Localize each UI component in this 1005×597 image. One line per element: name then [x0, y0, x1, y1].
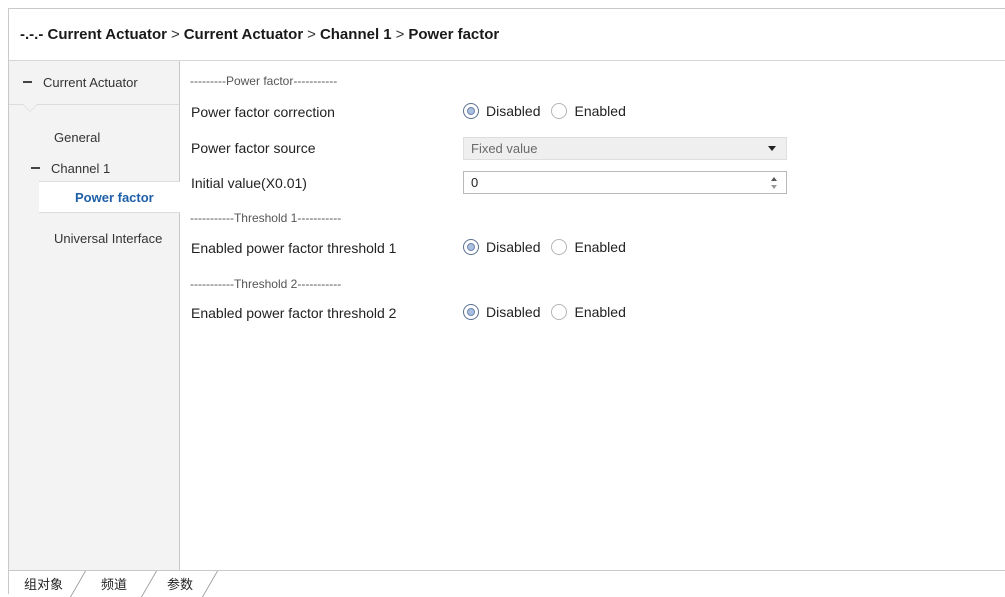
tab-channels[interactable]: 频道 [101, 571, 127, 595]
tree-item-universal-interface[interactable]: Universal Interface [54, 227, 162, 249]
spin-up-icon[interactable] [771, 177, 777, 181]
section-header-threshold-1: -----------Threshold 1----------- [190, 211, 342, 225]
tab-parameters[interactable]: 参数 [167, 571, 193, 595]
radio-checked-icon[interactable] [463, 103, 479, 119]
breadcrumb-current: Power factor [408, 26, 500, 43]
threshold-2-radio-group: Disabled Enabled [463, 304, 637, 320]
radio-unchecked-icon[interactable] [551, 103, 568, 119]
section-header-threshold-2: -----------Threshold 2----------- [190, 277, 342, 291]
tree-item-label: Universal Interface [54, 230, 163, 246]
radio-checked-icon[interactable] [463, 304, 479, 320]
app-frame: -.-.- Current Actuator > Current Actuator >… [8, 8, 1005, 597]
radio-unchecked-icon[interactable] [551, 239, 568, 255]
radio-label: Enabled [574, 103, 626, 119]
initial-value-spinbox[interactable]: 0 [463, 171, 787, 194]
tree-notch [23, 104, 37, 111]
tab-separator [140, 571, 157, 597]
radio-checked-icon[interactable] [463, 239, 479, 255]
tree-item-label: Power factor [75, 189, 154, 205]
chevron-down-icon[interactable] [768, 146, 776, 151]
threshold-2-disabled-option[interactable]: Disabled [463, 304, 540, 320]
radio-label: Disabled [486, 239, 541, 255]
pf-correction-radio-group: Disabled Enabled [463, 103, 637, 119]
parameter-tree: Current Actuator General Channel 1 Power… [9, 61, 180, 570]
radio-unchecked-icon[interactable] [551, 304, 568, 320]
bottom-tab-bar: 组对象 频道 参数 [9, 570, 1005, 597]
spinbox-value: 0 [471, 175, 479, 190]
tree-item-general[interactable]: General [54, 126, 100, 148]
tree-item-label: Channel 1 [51, 160, 111, 176]
breadcrumb-device[interactable]: Current Actuator [184, 26, 303, 43]
initial-value-label: Initial value(X0.01) [191, 175, 307, 191]
threshold-1-disabled-option[interactable]: Disabled [463, 239, 540, 255]
breadcrumb-channel[interactable]: Channel 1 [320, 26, 392, 43]
header-bar: -.-.- Current Actuator > Current Actuator >… [9, 9, 1005, 61]
breadcrumb-separator: > [170, 26, 180, 43]
radio-label: Enabled [574, 304, 626, 320]
pf-correction-label: Power factor correction [191, 104, 335, 120]
breadcrumb-separator: > [307, 26, 316, 43]
threshold-2-enabled-option[interactable]: Enabled [551, 304, 626, 320]
threshold-1-radio-group: Disabled Enabled [463, 239, 637, 255]
radio-label: Disabled [486, 304, 541, 320]
pf-correction-disabled-option[interactable]: Disabled [463, 103, 540, 119]
threshold-1-enabled-option[interactable]: Enabled [551, 239, 626, 255]
tree-item-power-factor[interactable]: Power factor [39, 181, 180, 213]
threshold-2-label: Enabled power factor threshold 2 [191, 305, 397, 321]
spin-down-icon[interactable] [771, 185, 777, 189]
pf-source-label: Power factor source [191, 140, 316, 156]
collapse-icon[interactable] [23, 81, 32, 83]
breadcrumb-separator: > [395, 26, 405, 43]
tree-item-current-actuator[interactable]: Current Actuator [23, 71, 138, 93]
tree-item-label: Current Actuator [43, 74, 138, 90]
breadcrumb-root[interactable]: -.-.- Current Actuator [20, 26, 167, 43]
breadcrumb: -.-.- Current Actuator > Current Actuator >… [20, 26, 499, 43]
threshold-1-label: Enabled power factor threshold 1 [191, 240, 397, 256]
collapse-icon[interactable] [31, 167, 40, 169]
pf-source-select[interactable]: Fixed value [463, 137, 787, 160]
tree-item-channel-1[interactable]: Channel 1 [31, 157, 110, 179]
section-header-power-factor: ---------Power factor----------- [190, 74, 338, 88]
pf-correction-enabled-option[interactable]: Enabled [551, 103, 626, 119]
radio-label: Disabled [486, 103, 541, 119]
tree-item-label: General [54, 129, 101, 145]
select-value: Fixed value [471, 141, 538, 156]
tab-group-objects[interactable]: 组对象 [24, 571, 63, 595]
parameter-panel: ---------Power factor----------- Power f… [180, 61, 1005, 570]
radio-label: Enabled [574, 239, 626, 255]
tab-separator [201, 571, 218, 597]
tab-separator [69, 571, 86, 597]
